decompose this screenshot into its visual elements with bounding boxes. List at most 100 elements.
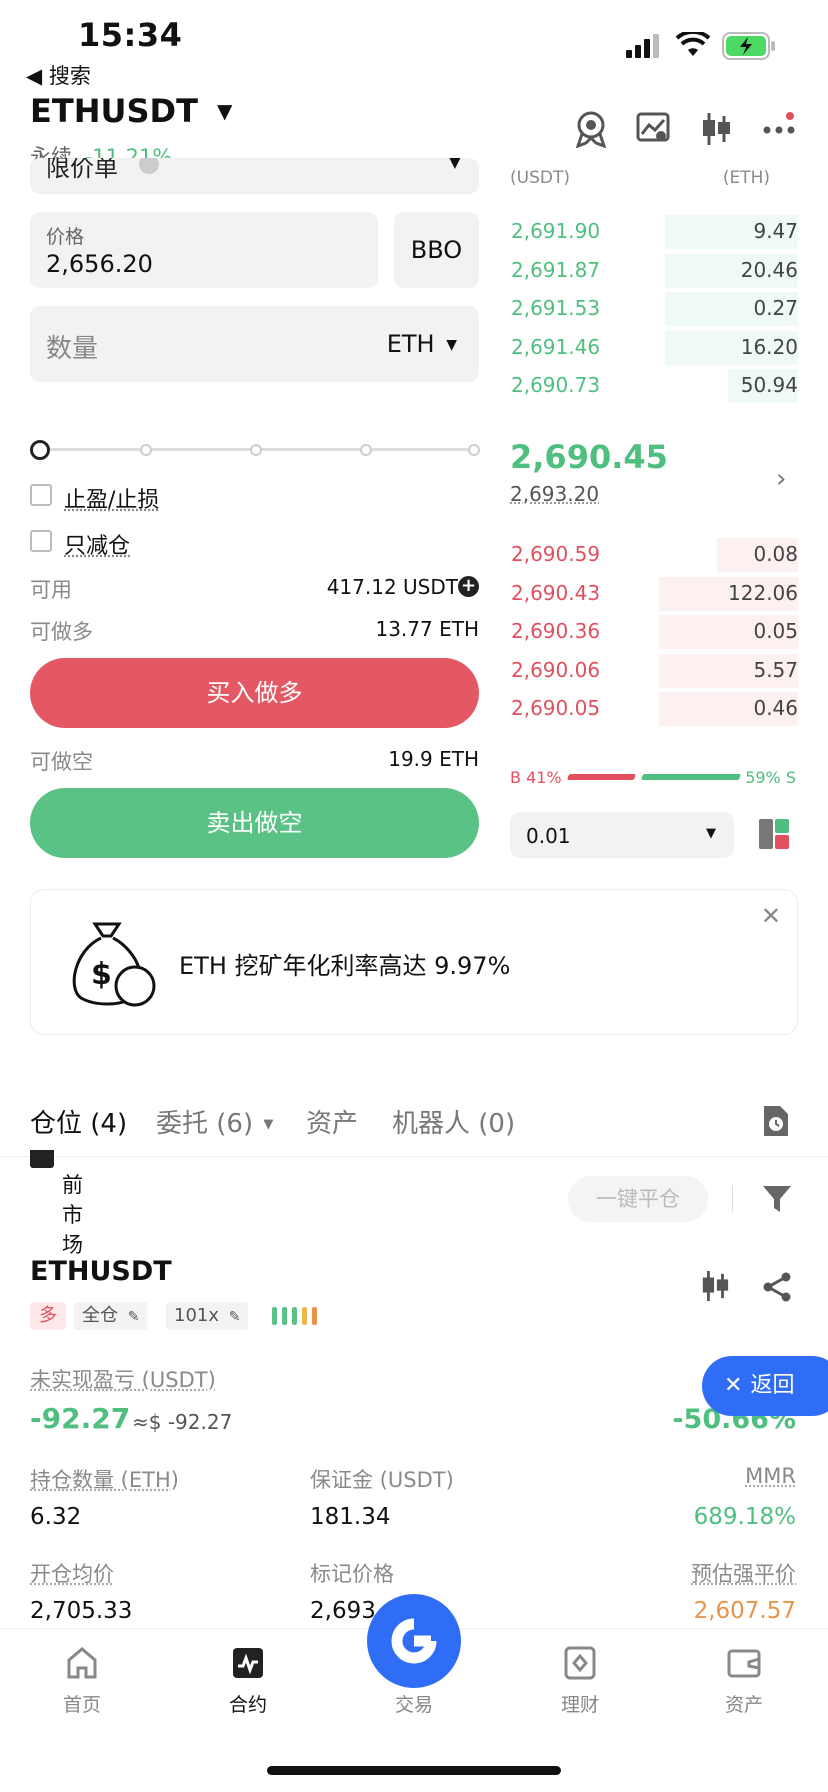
chevron-down-icon: ▼	[706, 826, 716, 841]
mark-price-value: 2,693	[310, 1598, 376, 1624]
bid-row[interactable]: 2,690.36 0.05	[508, 615, 798, 649]
slider-tick[interactable]	[140, 444, 152, 456]
bid-row[interactable]: 2,690.59 0.08	[508, 538, 798, 572]
entry-price-label: 开仓均价	[30, 1558, 114, 1588]
candlestick-icon[interactable]	[700, 1270, 730, 1306]
order-qty: 0.27	[753, 296, 798, 320]
buy-long-button[interactable]: 买入做多	[30, 658, 479, 728]
order-qty: 122.06	[728, 581, 798, 605]
layout-toggle-icon[interactable]	[758, 818, 790, 854]
tp-sl-checkbox[interactable]	[30, 484, 52, 506]
candlestick-icon[interactable]	[700, 112, 732, 150]
chart-compare-icon[interactable]	[636, 112, 670, 148]
tab-positions[interactable]: 仓位 (4)	[30, 1103, 127, 1140]
ask-row[interactable]: 2,691.46 16.20	[508, 331, 798, 365]
precision-value: 0.01	[526, 824, 571, 848]
can-long-value: 13.77 ETH	[375, 617, 479, 641]
bid-row[interactable]: 2,690.06 5.57	[508, 654, 798, 688]
nav-home-label: 首页	[63, 1694, 101, 1716]
back-to-search-link[interactable]: ◀ 搜索	[26, 60, 91, 90]
close-icon: ✕	[724, 1373, 742, 1398]
share-icon[interactable]	[762, 1272, 792, 1306]
quantity-slider[interactable]	[30, 438, 480, 462]
leverage-label: 101x	[174, 1305, 219, 1326]
price-value: 2,656.20	[46, 250, 153, 278]
ask-row[interactable]: 2,690.73 50.94	[508, 369, 798, 403]
more-icon[interactable]	[762, 112, 796, 146]
quantity-unit: ETH	[387, 330, 435, 358]
ask-row[interactable]: 2,691.90 9.47	[508, 215, 798, 249]
nav-futures-label: 合约	[229, 1694, 267, 1716]
tab-bots[interactable]: 机器人 (0)	[392, 1103, 515, 1140]
home-indicator	[267, 1766, 561, 1775]
margin-value: 181.34	[310, 1504, 390, 1530]
sell-short-button[interactable]: 卖出做空	[30, 788, 479, 858]
slider-tick[interactable]	[250, 444, 262, 456]
mmr-value: 689.18%	[694, 1504, 796, 1530]
close-icon[interactable]: ✕	[761, 902, 781, 930]
slider-tick[interactable]	[360, 444, 372, 456]
edit-icon: ✎	[128, 1309, 140, 1325]
price-input[interactable]: 价格 2,656.20	[30, 212, 378, 288]
tab-orders[interactable]: 委托 (6) ▼	[156, 1103, 273, 1140]
pnl-value: -92.27	[30, 1402, 130, 1435]
bid-row[interactable]: 2,690.05 0.46	[508, 692, 798, 726]
can-short-label: 可做空	[30, 746, 93, 776]
order-qty: 20.46	[741, 258, 798, 282]
ask-row[interactable]: 2,691.53 0.27	[508, 292, 798, 326]
mmr-label: MMR	[745, 1464, 796, 1488]
order-type-select[interactable]: 限价单 ▼	[30, 158, 479, 194]
pair-title[interactable]: ETHUSDT ▼	[30, 92, 232, 130]
position-pair[interactable]: ETHUSDT	[30, 1256, 172, 1287]
order-price: 2,691.53	[511, 296, 600, 320]
tp-sl-label: 止盈/止损	[64, 482, 159, 514]
order-qty: 9.47	[753, 219, 798, 243]
quantity-unit-select[interactable]: ETH ▼	[387, 330, 457, 358]
info-icon[interactable]	[139, 158, 159, 174]
quantity-placeholder: 数量	[46, 328, 98, 365]
order-qty: 50.94	[741, 373, 798, 397]
margin-mode-label: 全仓	[82, 1305, 118, 1326]
entry-price-value: 2,705.33	[30, 1598, 132, 1624]
return-button[interactable]: ✕ 返回	[702, 1356, 828, 1416]
tab-assets[interactable]: 资产	[306, 1103, 358, 1140]
order-qty: 0.08	[753, 542, 798, 566]
ask-row[interactable]: 2,691.87 20.46	[508, 254, 798, 288]
bbo-button[interactable]: BBO	[394, 212, 479, 288]
can-short-value: 19.9 ETH	[388, 747, 479, 771]
liq-price-value: 2,607.57	[694, 1598, 796, 1624]
nav-earn[interactable]: 理财	[520, 1646, 640, 1717]
nav-trade[interactable]: 交易	[354, 1646, 474, 1717]
quantity-input[interactable]: 数量 ETH ▼	[30, 306, 479, 382]
slider-handle[interactable]	[30, 440, 50, 460]
return-label: 返回	[750, 1373, 794, 1398]
order-qty: 5.57	[753, 658, 798, 682]
add-funds-icon[interactable]: +	[458, 576, 479, 597]
order-type-label: 限价单	[46, 158, 118, 183]
nav-futures[interactable]: 合约	[188, 1646, 308, 1717]
bid-row[interactable]: 2,690.43 122.06	[508, 577, 798, 611]
nav-assets[interactable]: 资产	[684, 1646, 804, 1717]
ratio-bar	[568, 774, 740, 780]
nav-home[interactable]: 首页	[22, 1646, 142, 1717]
leverage-badge[interactable]: 101x ✎	[166, 1302, 248, 1330]
margin-mode-badge[interactable]: 全仓 ✎	[74, 1302, 147, 1330]
pair-dropdown-icon[interactable]: ▼	[217, 99, 232, 123]
slider-tick[interactable]	[468, 444, 480, 456]
chevron-right-icon[interactable]: ›	[776, 464, 786, 494]
promo-banner[interactable]: $ ETH 挖矿年化利率高达 9.97% ✕	[30, 889, 798, 1035]
side-badge: 多	[30, 1302, 66, 1330]
can-long-label: 可做多	[30, 616, 93, 646]
current-market-checkbox[interactable]	[30, 1150, 54, 1168]
close-all-button[interactable]: 一键平仓	[568, 1176, 708, 1222]
futures-icon	[231, 1646, 265, 1680]
risk-level-indicator	[272, 1306, 326, 1330]
badge-icon[interactable]	[574, 110, 608, 152]
earn-icon	[563, 1646, 597, 1680]
orderbook-qty-header: (ETH)	[723, 168, 770, 188]
precision-select[interactable]: 0.01 ▼	[510, 812, 734, 858]
reduce-only-checkbox[interactable]	[30, 530, 52, 552]
history-icon[interactable]	[760, 1104, 790, 1142]
orderbook-price-header: (USDT)	[510, 168, 570, 188]
filter-icon[interactable]	[762, 1184, 792, 1218]
